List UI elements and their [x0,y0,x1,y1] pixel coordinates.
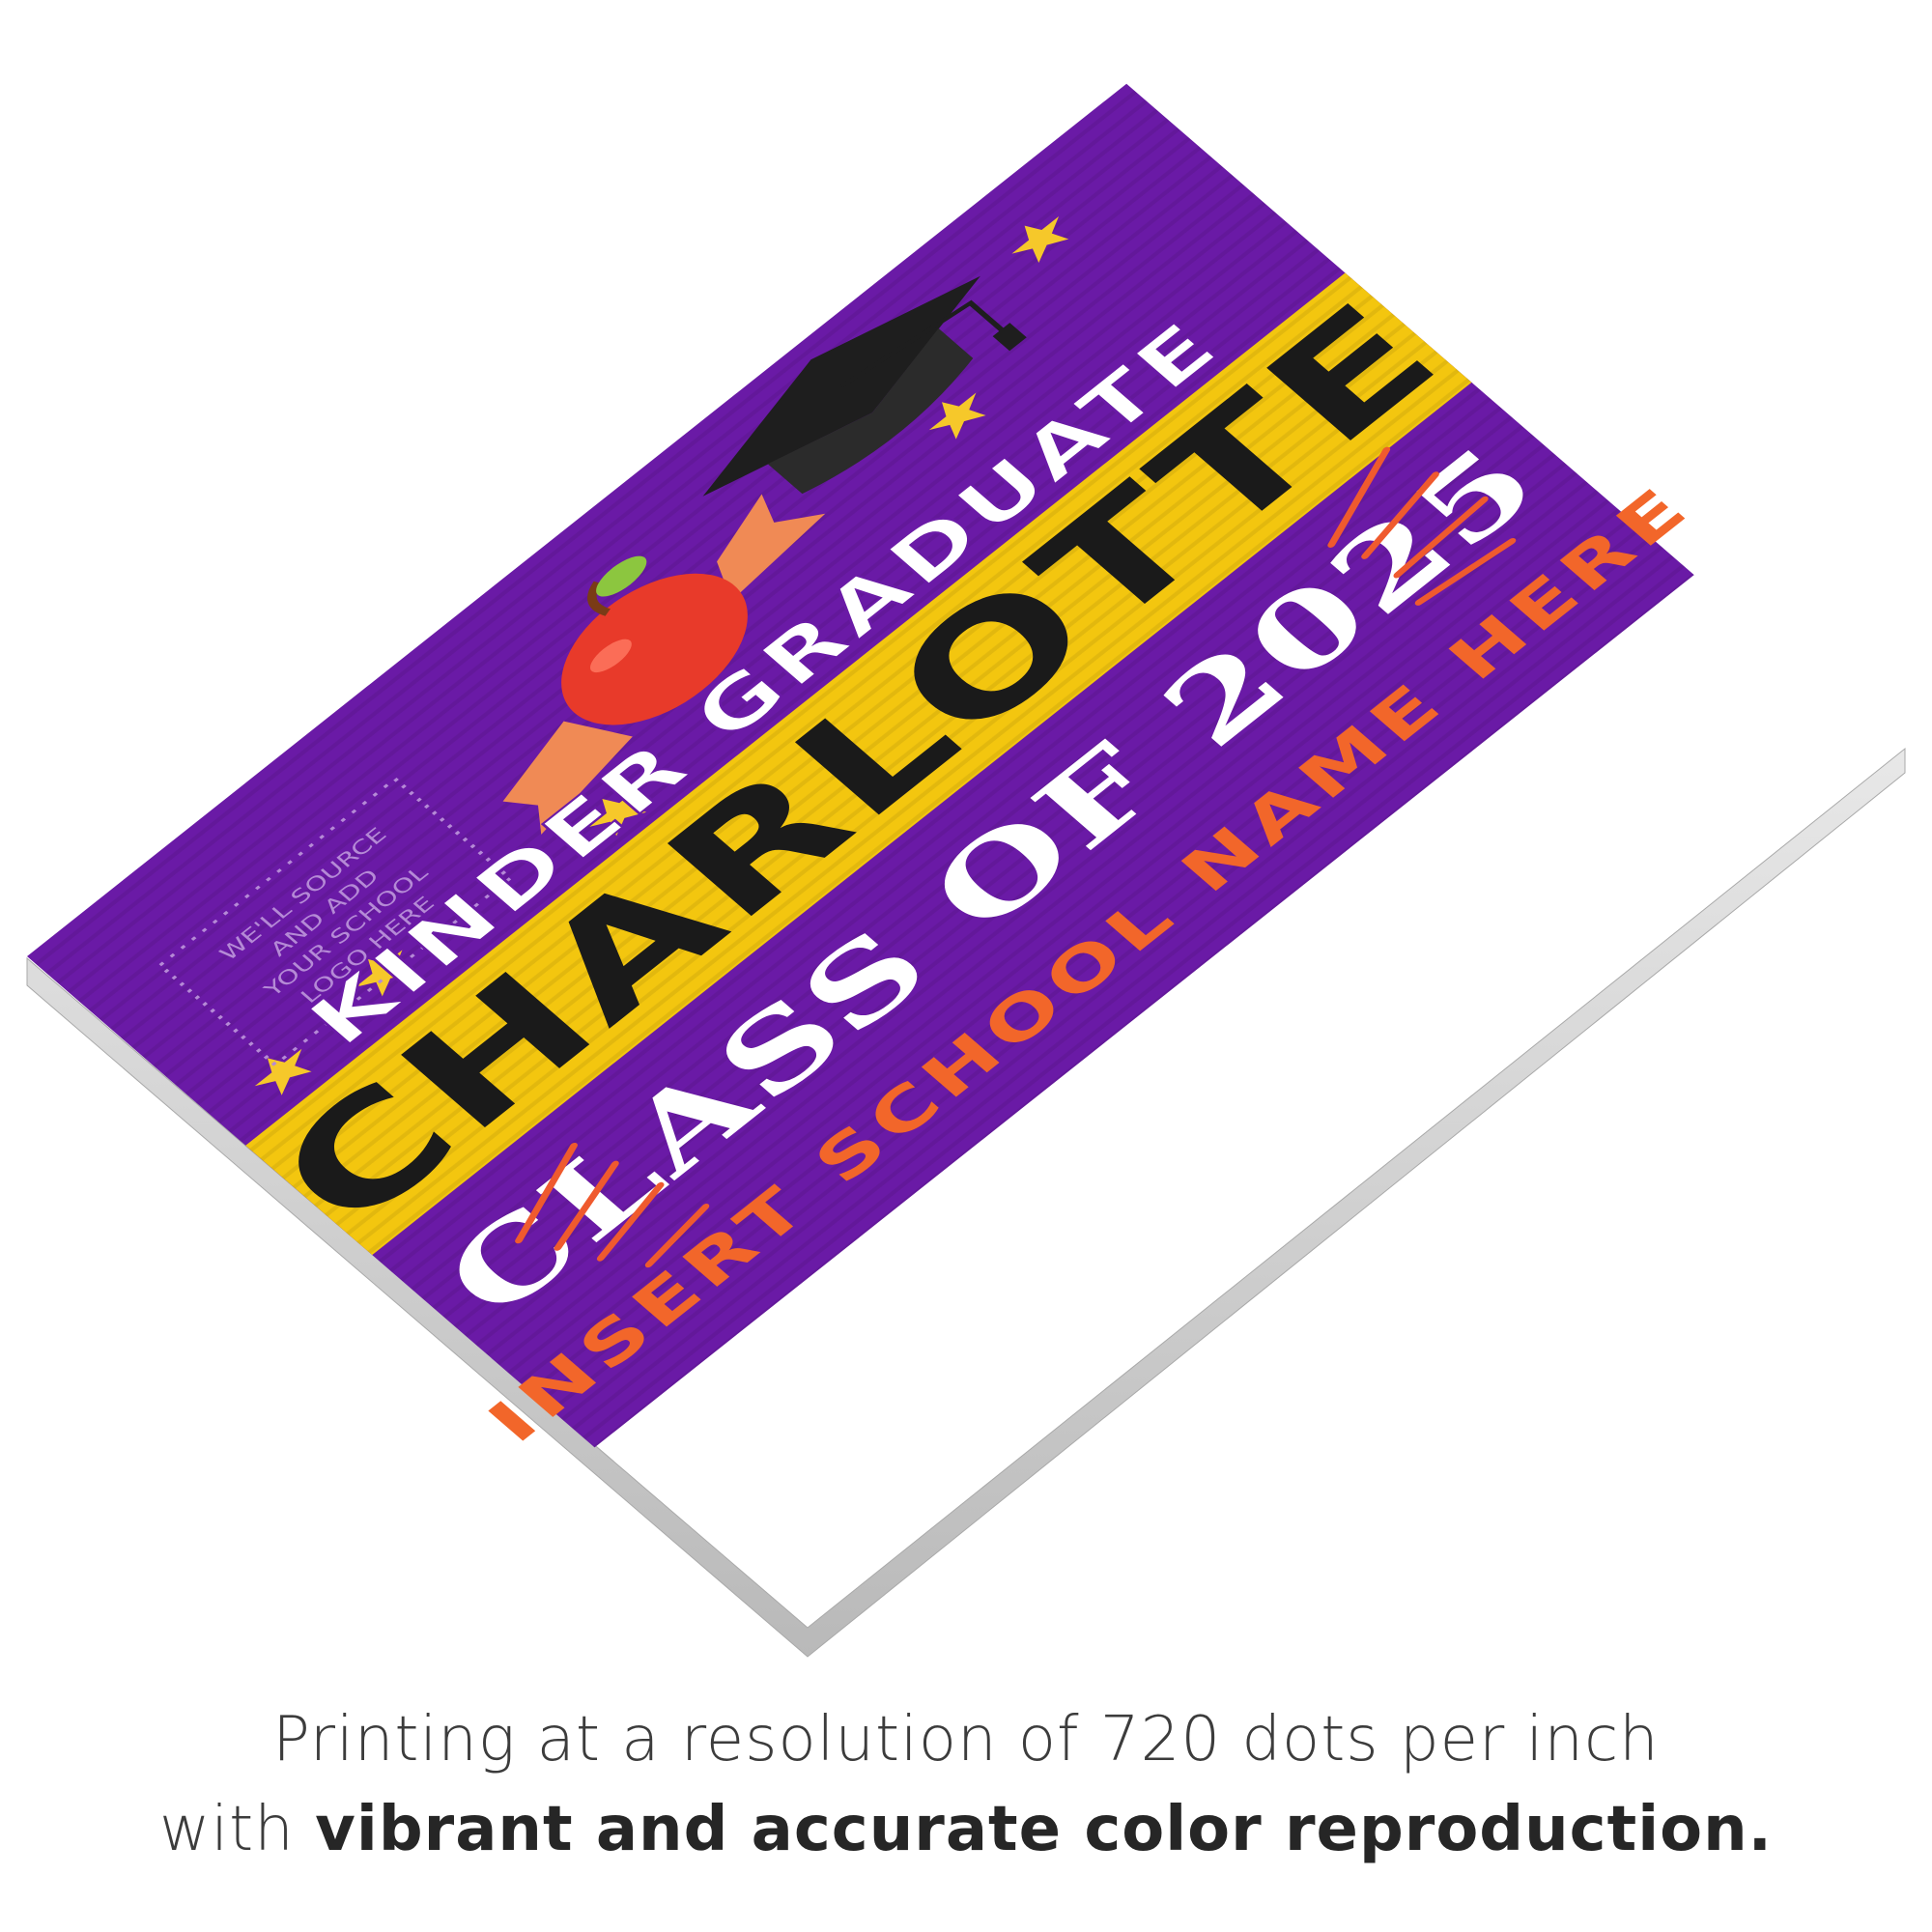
caption-line-2-prefix: with [159,1793,316,1865]
sign-board-face: WE'LL SOURCE AND ADD YOUR SCHOOL LOGO HE… [27,83,1707,1456]
caption-line-2: with vibrant and accurate color reproduc… [0,1785,1932,1875]
caption-line-2-emphasis: vibrant and accurate color reproduction. [315,1793,1773,1865]
product-caption: Printing at a resolution of 720 dots per… [0,1695,1932,1875]
caption-line-1: Printing at a resolution of 720 dots per… [272,1704,1660,1776]
yard-sign-product-scene: WE'LL SOURCE AND ADD YOUR SCHOOL LOGO HE… [26,83,1906,1658]
